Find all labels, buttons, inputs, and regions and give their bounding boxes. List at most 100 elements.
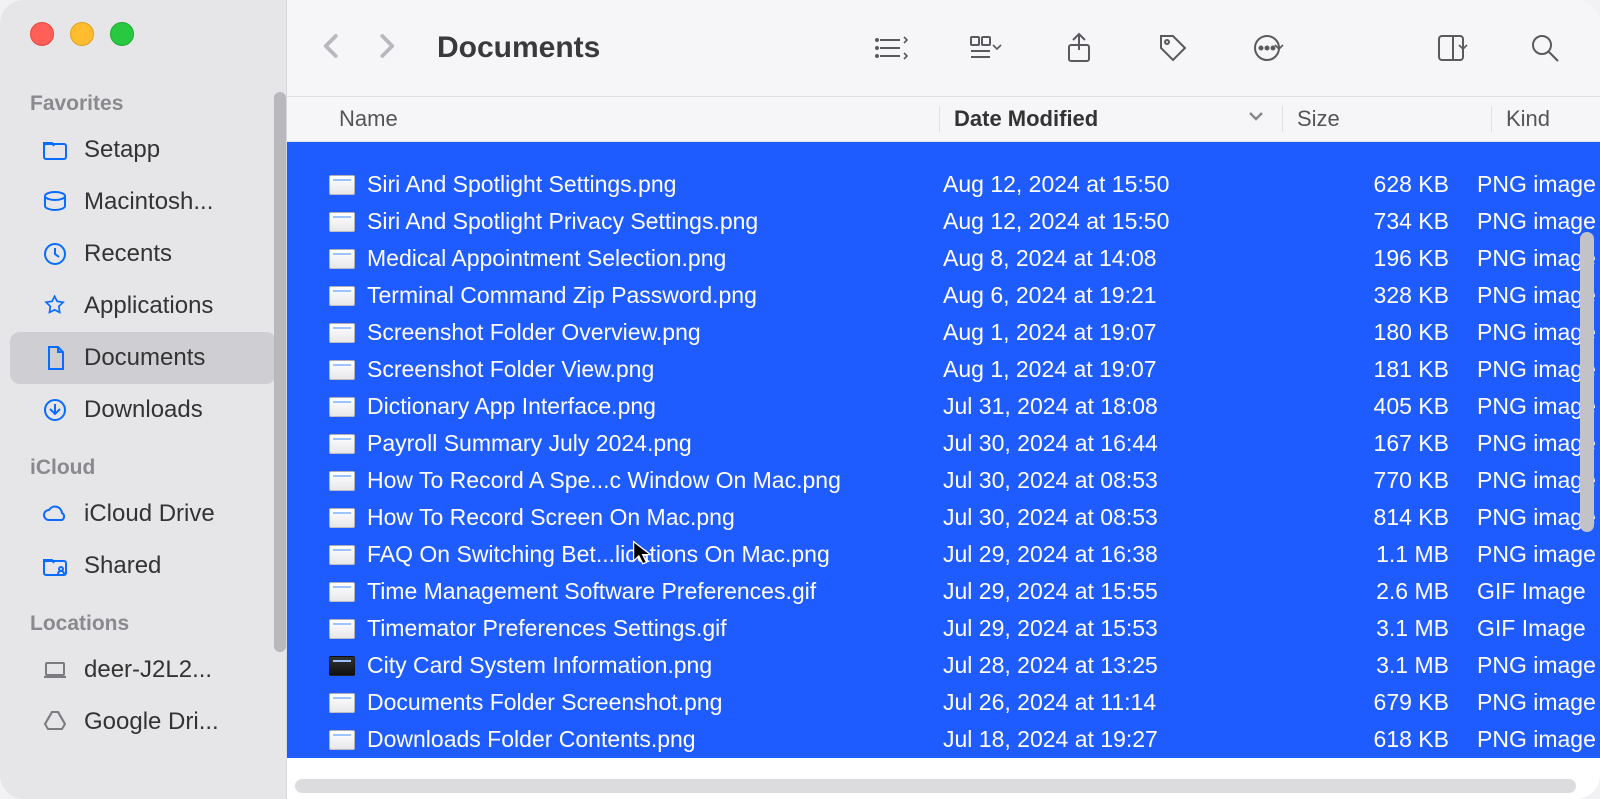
sidebar-item-downloads[interactable]: Downloads <box>10 384 276 436</box>
minimize-window-button[interactable] <box>70 22 94 46</box>
file-kind: PNG image <box>1463 689 1600 716</box>
sidebar-item-macintosh-[interactable]: Macintosh... <box>10 176 276 228</box>
file-thumbnail-icon <box>329 656 355 676</box>
table-row[interactable]: Downloads Folder Contents.pngJul 18, 202… <box>287 721 1600 758</box>
file-size: 628 KB <box>1255 171 1463 198</box>
table-row[interactable]: Timemator Preferences Settings.gif Jul 29… <box>287 610 1600 647</box>
search-button[interactable] <box>1518 24 1572 72</box>
table-row[interactable]: How To Record Screen On Mac.pngJul 30, 2… <box>287 499 1600 536</box>
column-name[interactable]: Name <box>287 106 939 132</box>
gdrive-icon <box>40 707 70 737</box>
forward-button[interactable] <box>371 31 401 66</box>
back-button[interactable] <box>317 31 347 66</box>
file-name: Dictionary App Interface.png <box>367 393 656 420</box>
file-date: Jul 29, 2024 at 15:55 <box>929 578 1255 605</box>
table-row[interactable]: Terminal Command Zip Password.pngAug 6, … <box>287 277 1600 314</box>
file-name: Siri And Spotlight Privacy Settings.png <box>367 208 758 235</box>
laptop-icon <box>40 655 70 685</box>
cloud-icon <box>40 499 70 529</box>
file-date: Jul 29, 2024 at 15:53 <box>929 615 1255 642</box>
table-row[interactable]: Siri And Spotlight Settings.pngAug 12, 2… <box>287 166 1600 203</box>
file-date: Aug 12, 2024 at 15:50 <box>929 171 1255 198</box>
file-name: How To Record Screen On Mac.png <box>367 504 735 531</box>
table-row[interactable]: Dictionary App Interface.pngJul 31, 2024… <box>287 388 1600 425</box>
file-date: Jul 26, 2024 at 11:14 <box>929 689 1255 716</box>
view-list-button[interactable] <box>864 24 918 72</box>
tags-button[interactable] <box>1146 24 1200 72</box>
sidebar-item-google-dri-[interactable]: Google Dri... <box>10 696 276 748</box>
file-kind: GIF Image <box>1463 578 1600 605</box>
table-row[interactable]: How To Record A Spe...c Window On Mac.pn… <box>287 462 1600 499</box>
column-size[interactable]: Size <box>1282 106 1491 132</box>
sidebar-item-documents[interactable]: Documents <box>10 332 276 384</box>
sidebar-group-label: Locations <box>0 592 286 644</box>
table-row[interactable]: Documents Folder Screenshot.pngJul 26, 2… <box>287 684 1600 721</box>
table-row[interactable]: Screenshot Folder Overview.pngAug 1, 202… <box>287 314 1600 351</box>
table-row[interactable] <box>287 142 1600 166</box>
file-size: 1.1 MB <box>1255 541 1463 568</box>
group-button[interactable] <box>958 24 1012 72</box>
sidebar-item-deer-j-l-[interactable]: deer-J2L2... <box>10 644 276 696</box>
column-kind[interactable]: Kind <box>1491 106 1600 132</box>
table-row[interactable]: Medical Appointment Selection.pngAug 8, … <box>287 240 1600 277</box>
file-size: 679 KB <box>1255 689 1463 716</box>
sidebar-item-label: Downloads <box>84 396 258 424</box>
zoom-window-button[interactable] <box>110 22 134 46</box>
info-pane-button[interactable] <box>1424 24 1478 72</box>
file-name: Payroll Summary July 2024.png <box>367 430 692 457</box>
sidebar-item-shared[interactable]: Shared <box>10 540 276 592</box>
sidebar-item-icloud-drive[interactable]: iCloud Drive <box>10 488 276 540</box>
finder-window: FavoritesSetappMacintosh...RecentsApplic… <box>0 0 1600 799</box>
table-row[interactable]: City Card System Information.pngJul 28, … <box>287 647 1600 684</box>
file-thumbnail-icon <box>329 693 355 713</box>
file-date: Aug 6, 2024 at 19:21 <box>929 282 1255 309</box>
table-row[interactable]: Siri And Spotlight Privacy Settings.pngA… <box>287 203 1600 240</box>
sidebar-group-label: Favorites <box>0 82 286 124</box>
sidebar-item-applications[interactable]: Applications <box>10 280 276 332</box>
file-list[interactable]: Siri And Spotlight Settings.pngAug 12, 2… <box>287 142 1600 799</box>
file-thumbnail-icon <box>329 212 355 232</box>
sidebar-group-label: iCloud <box>0 436 286 488</box>
file-thumbnail-icon <box>329 397 355 417</box>
file-name: Timemator Preferences Settings.gif <box>367 615 727 642</box>
file-name: Downloads Folder Contents.png <box>367 726 696 753</box>
more-actions-button[interactable] <box>1240 24 1294 72</box>
close-window-button[interactable] <box>30 22 54 46</box>
file-size: 328 KB <box>1255 282 1463 309</box>
sidebar-scrollbar[interactable] <box>274 92 286 652</box>
file-size: 814 KB <box>1255 504 1463 531</box>
file-thumbnail-icon <box>329 434 355 454</box>
share-button[interactable] <box>1052 24 1106 72</box>
mouse-cursor-icon <box>631 539 657 570</box>
file-kind: PNG image <box>1463 171 1600 198</box>
file-size: 405 KB <box>1255 393 1463 420</box>
file-kind: PNG image <box>1463 652 1600 679</box>
file-thumbnail-icon <box>329 545 355 565</box>
table-row[interactable]: Time Management Software Preferences.gif… <box>287 573 1600 610</box>
file-date: Jul 30, 2024 at 08:53 <box>929 467 1255 494</box>
file-kind: PNG image <box>1463 208 1600 235</box>
horizontal-scrollbar[interactable] <box>295 779 1576 793</box>
clock-icon <box>40 239 70 269</box>
file-thumbnail-icon <box>329 286 355 306</box>
table-row[interactable]: Payroll Summary July 2024.pngJul 30, 202… <box>287 425 1600 462</box>
table-row[interactable]: FAQ On Switching Bet...lications On Mac.… <box>287 536 1600 573</box>
sidebar-item-setapp[interactable]: Setapp <box>10 124 276 176</box>
file-thumbnail-icon <box>329 323 355 343</box>
table-row[interactable]: Screenshot Folder View.pngAug 1, 2024 at… <box>287 351 1600 388</box>
sidebar-item-label: Google Dri... <box>84 708 258 736</box>
page-title: Documents <box>409 31 600 65</box>
sidebar-item-recents[interactable]: Recents <box>10 228 276 280</box>
column-header: Name Date Modified Size Kind <box>287 96 1600 142</box>
column-date-modified[interactable]: Date Modified <box>939 106 1282 132</box>
file-thumbnail-icon <box>329 360 355 380</box>
doc-icon <box>40 343 70 373</box>
sidebar-item-label: iCloud Drive <box>84 500 258 528</box>
shared-icon <box>40 551 70 581</box>
file-name: Medical Appointment Selection.png <box>367 245 726 272</box>
file-name: FAQ On Switching Bet...lications On Mac.… <box>367 541 830 568</box>
window-controls <box>0 0 286 82</box>
app-icon <box>40 291 70 321</box>
disk-icon <box>40 187 70 217</box>
vertical-scrollbar[interactable] <box>1580 232 1594 532</box>
